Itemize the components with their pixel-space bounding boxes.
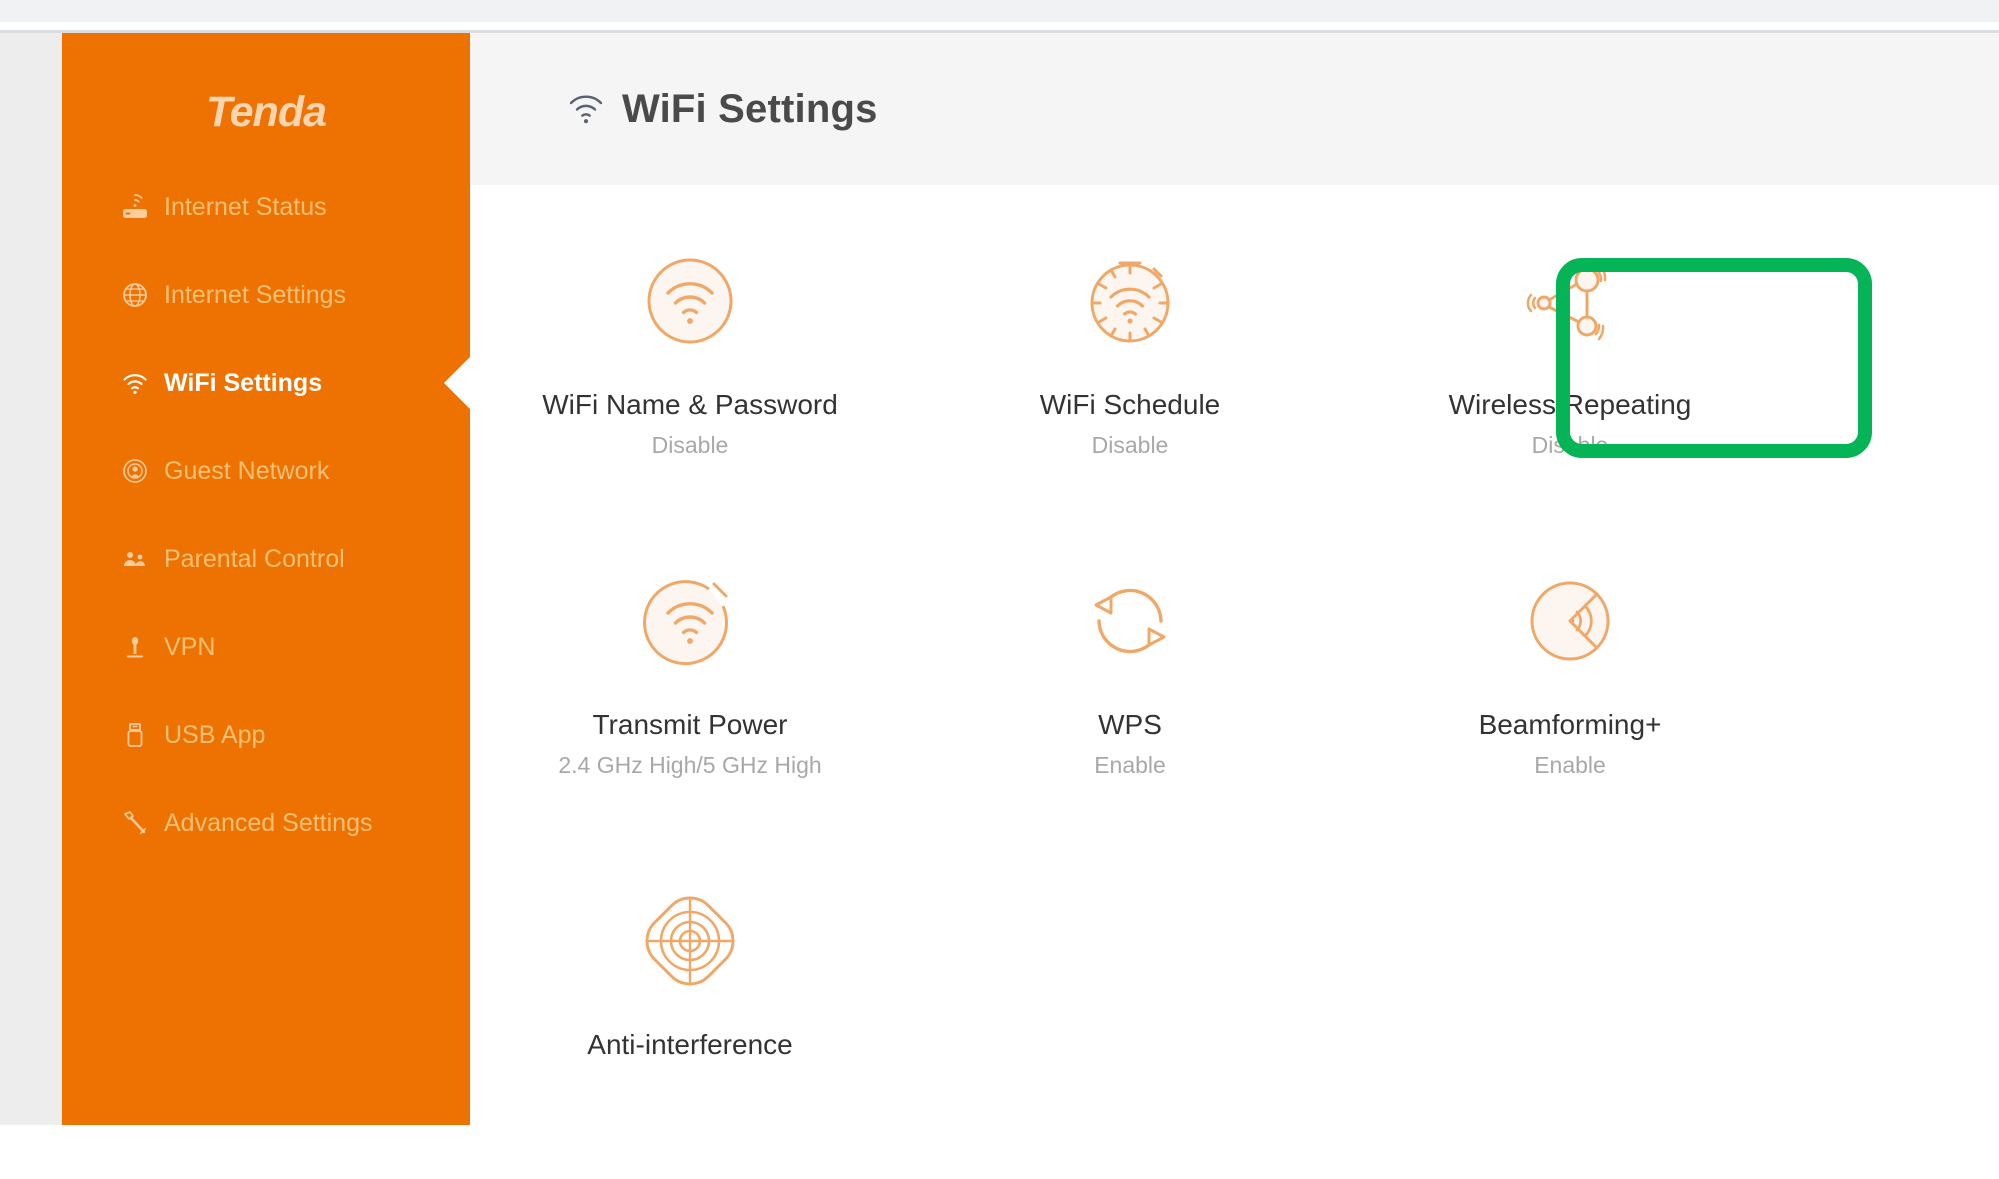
- card-anti-interference[interactable]: Anti-interference: [470, 859, 910, 1179]
- wifi-timer-icon: [1070, 241, 1190, 361]
- card-title: WiFi Name & Password: [542, 389, 838, 420]
- sidebar-item-usb-app[interactable]: USB App: [62, 691, 470, 779]
- card-status: Disable: [651, 432, 729, 458]
- sidebar-item-label: Internet Settings: [164, 280, 347, 309]
- sidebar-item-internet-settings[interactable]: Internet Settings: [62, 251, 470, 339]
- sidebar-item-label: USB App: [164, 720, 266, 749]
- browser-chrome-strip: [0, 0, 1999, 22]
- sidebar-item-parental-control[interactable]: Parental Control: [62, 515, 470, 603]
- card-wifi-name-password[interactable]: WiFi Name & Password Disable: [470, 219, 910, 539]
- tenda-logo: Tenda: [205, 88, 327, 136]
- wifi-icon: [566, 89, 606, 129]
- anti-interference-icon: [630, 881, 750, 1001]
- sidebar-item-label: Guest Network: [164, 456, 330, 485]
- sidebar-item-vpn[interactable]: VPN: [62, 603, 470, 691]
- sidebar-item-label: VPN: [164, 632, 216, 661]
- card-status: Enable: [1534, 752, 1606, 778]
- card-row: Anti-interference: [470, 859, 1999, 1179]
- card-wireless-repeating[interactable]: Wireless Repeating Disable: [1350, 219, 1790, 539]
- sidebar-item-label: Internet Status: [164, 192, 327, 221]
- usb-icon: [120, 720, 150, 750]
- card-title: Transmit Power: [592, 709, 788, 740]
- guest-network-icon: [120, 456, 150, 486]
- sidebar-item-guest-network[interactable]: Guest Network: [62, 427, 470, 515]
- wifi-circle-icon: [630, 241, 750, 361]
- parental-icon: [120, 544, 150, 574]
- sidebar-item-wifi-settings[interactable]: WiFi Settings: [62, 339, 470, 427]
- card-status: Enable: [1094, 752, 1166, 778]
- wifi-settings-card-grid: WiFi Name & Password Disable WiFi Schedu…: [470, 185, 1999, 1179]
- wrench-icon: [120, 808, 150, 838]
- beamforming-icon: [1510, 561, 1630, 681]
- sidebar-item-internet-status[interactable]: Internet Status: [62, 163, 470, 251]
- sidebar-item-label: Parental Control: [164, 544, 345, 573]
- sidebar: Tenda Internet Status Internet Settings …: [62, 33, 470, 1125]
- sidebar-item-advanced-settings[interactable]: Advanced Settings: [62, 779, 470, 867]
- card-wps[interactable]: WPS Enable: [910, 539, 1350, 859]
- wireless-repeating-icon: [1510, 241, 1630, 361]
- card-title: Anti-interference: [587, 1029, 793, 1060]
- active-indicator-arrow: [444, 357, 470, 409]
- card-status: Disable: [1531, 432, 1609, 458]
- card-row: Transmit Power 2.4 GHz High/5 GHz High W…: [470, 539, 1999, 859]
- card-title: Wireless Repeating: [1448, 389, 1692, 420]
- wifi-icon: [120, 368, 150, 398]
- transmit-power-icon: [630, 561, 750, 681]
- router-admin-page: Tenda Internet Status Internet Settings …: [0, 33, 1999, 1125]
- sidebar-item-label: Advanced Settings: [164, 808, 373, 837]
- browser-chrome-gap: [0, 22, 1999, 30]
- sidebar-item-label: WiFi Settings: [164, 368, 323, 397]
- card-beamforming[interactable]: Beamforming+ Enable: [1350, 539, 1790, 859]
- card-row: WiFi Name & Password Disable WiFi Schedu…: [470, 219, 1999, 539]
- page-title: WiFi Settings: [622, 86, 878, 131]
- card-title: WiFi Schedule: [1039, 389, 1221, 420]
- card-title: Beamforming+: [1478, 709, 1662, 740]
- sidebar-nav-list: Internet Status Internet Settings WiFi S…: [62, 163, 470, 867]
- router-icon: [120, 192, 150, 222]
- card-wifi-schedule[interactable]: WiFi Schedule Disable: [910, 219, 1350, 539]
- card-transmit-power[interactable]: Transmit Power 2.4 GHz High/5 GHz High: [470, 539, 910, 859]
- main-content: WiFi Settings WiFi Name & Password Disab…: [470, 33, 1999, 1125]
- globe-icon: [120, 280, 150, 310]
- page-header: WiFi Settings: [470, 33, 1999, 185]
- wps-refresh-icon: [1070, 561, 1190, 681]
- card-status: 2.4 GHz High/5 GHz High: [558, 752, 822, 778]
- vpn-lock-icon: [120, 632, 150, 662]
- card-title: WPS: [1098, 709, 1162, 740]
- card-status: Disable: [1091, 432, 1169, 458]
